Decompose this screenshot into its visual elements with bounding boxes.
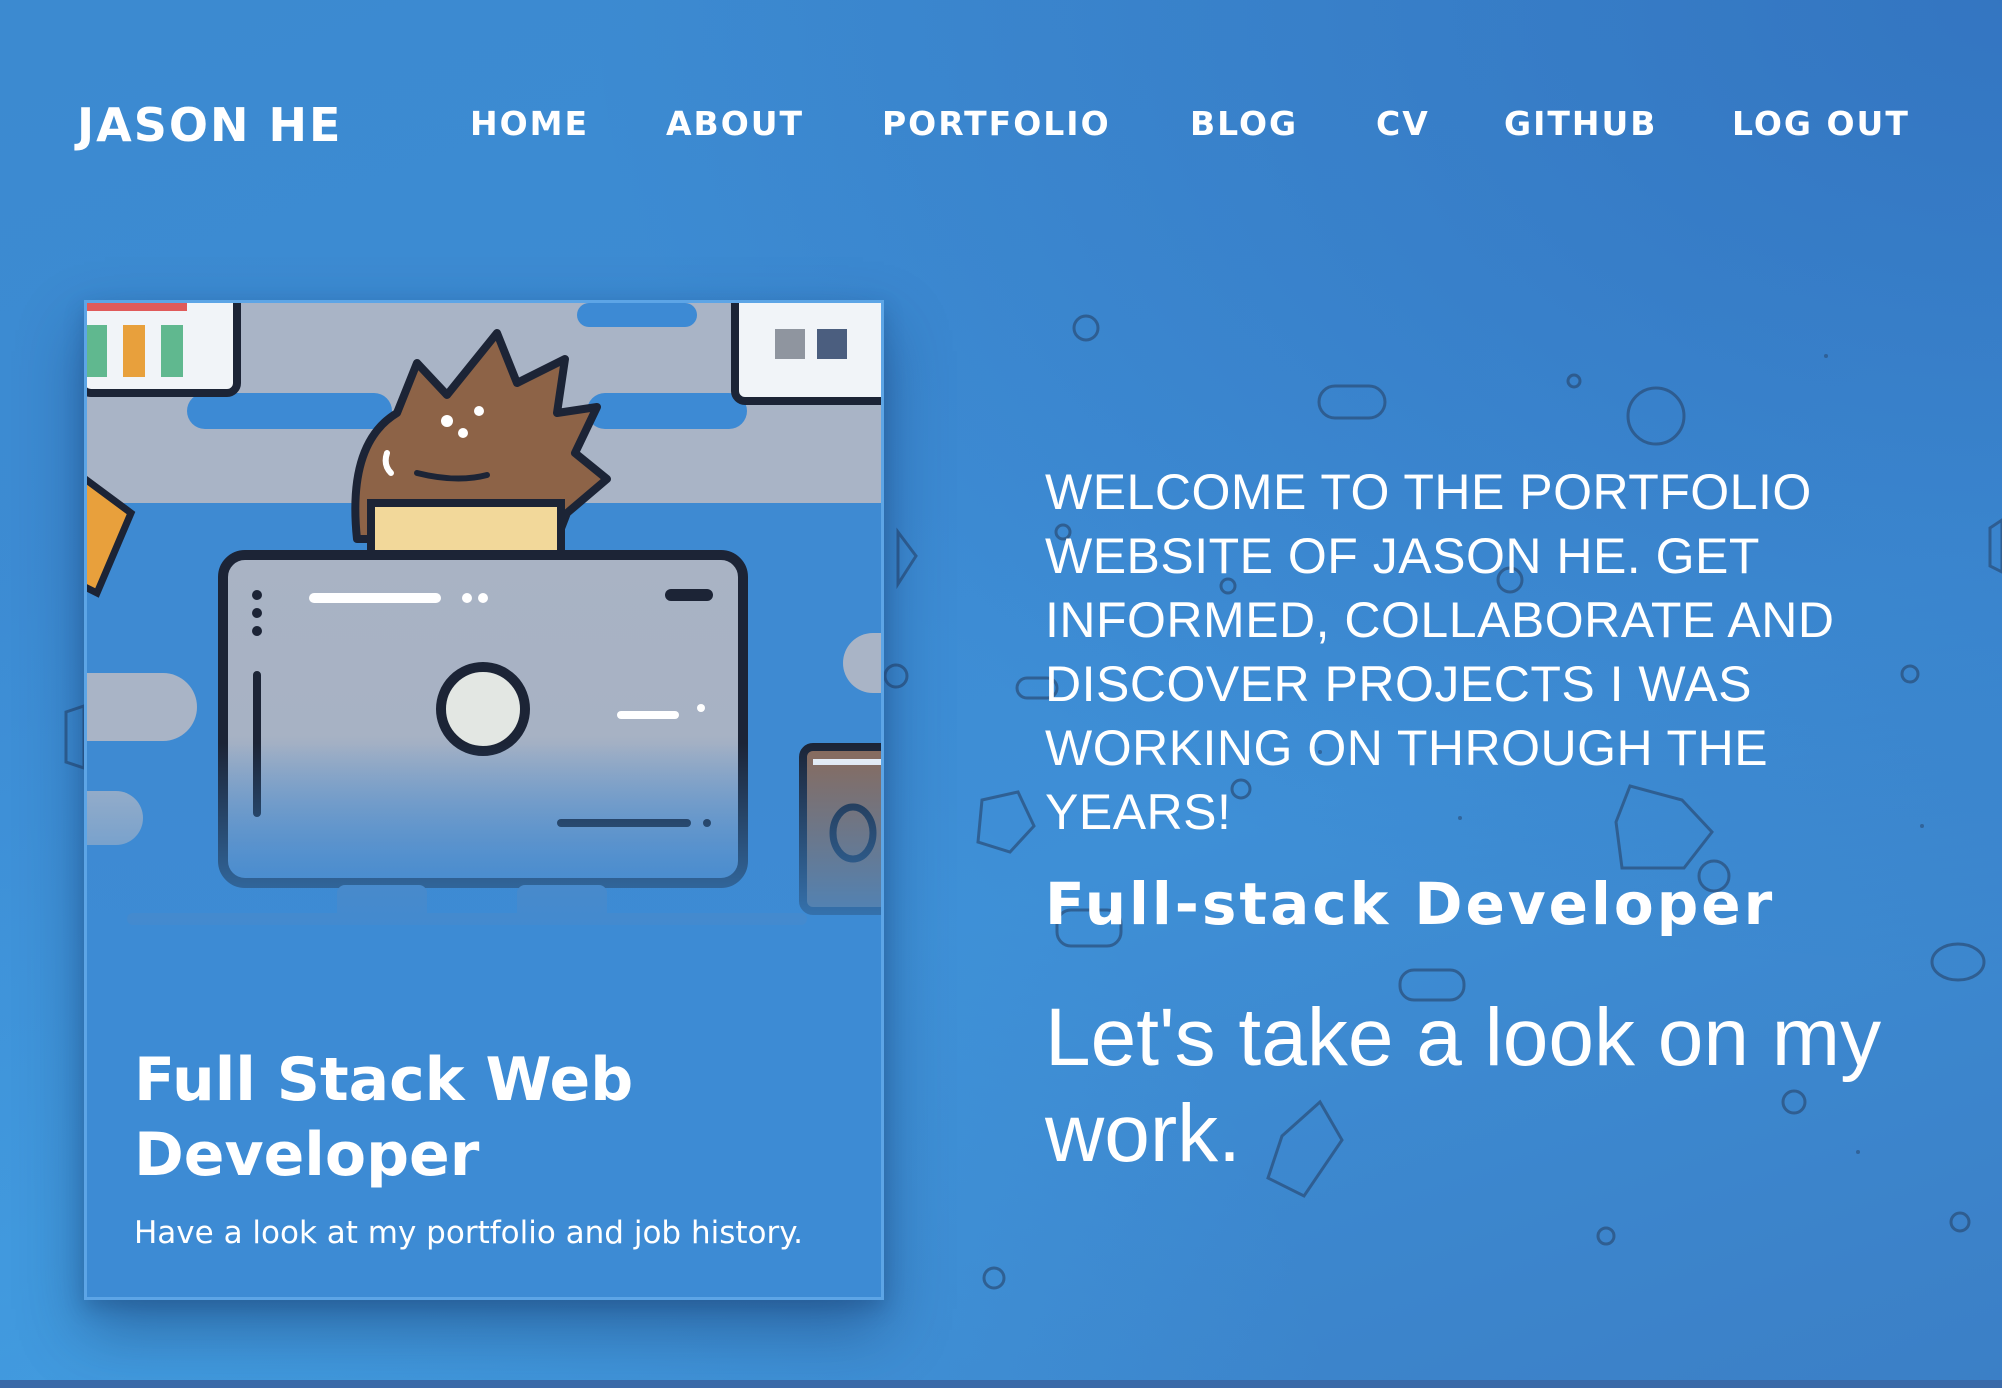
card-title: Full Stack Web Developer	[134, 1045, 634, 1190]
nav-blog-link[interactable]: BLOG	[1190, 104, 1298, 143]
nav-about-link[interactable]: ABOUT	[666, 104, 804, 143]
hero-section: WELCOME TO THE PORTFOLIO WEBSITE OF JASO…	[1045, 460, 1945, 1179]
role-heading: Full-stack Developer	[1045, 870, 1776, 938]
welcome-text: WELCOME TO THE PORTFOLIO WEBSITE OF JASO…	[1045, 464, 1835, 840]
portfolio-card[interactable]: Full Stack Web Developer Have a look at …	[84, 300, 884, 1300]
top-navbar: JASON HE HOME ABOUT PORTFOLIO BLOG CV GI…	[0, 0, 2002, 250]
nav-home-link[interactable]: HOME	[470, 104, 589, 143]
nav-portfolio-link[interactable]: PORTFOLIO	[882, 104, 1111, 143]
nav-github-link[interactable]: GITHUB	[1504, 104, 1657, 143]
bottom-strip	[0, 1380, 2002, 1388]
card-description: Have a look at my portfolio and job hist…	[134, 1215, 803, 1251]
cta-text: Let's take a look on my work.	[1045, 992, 1882, 1179]
nav-logout-link[interactable]: LOG OUT	[1732, 104, 1910, 143]
developer-at-computer-illustration	[87, 303, 881, 973]
brand-logo[interactable]: JASON HE	[77, 98, 342, 152]
nav-cv-link[interactable]: CV	[1376, 104, 1430, 143]
